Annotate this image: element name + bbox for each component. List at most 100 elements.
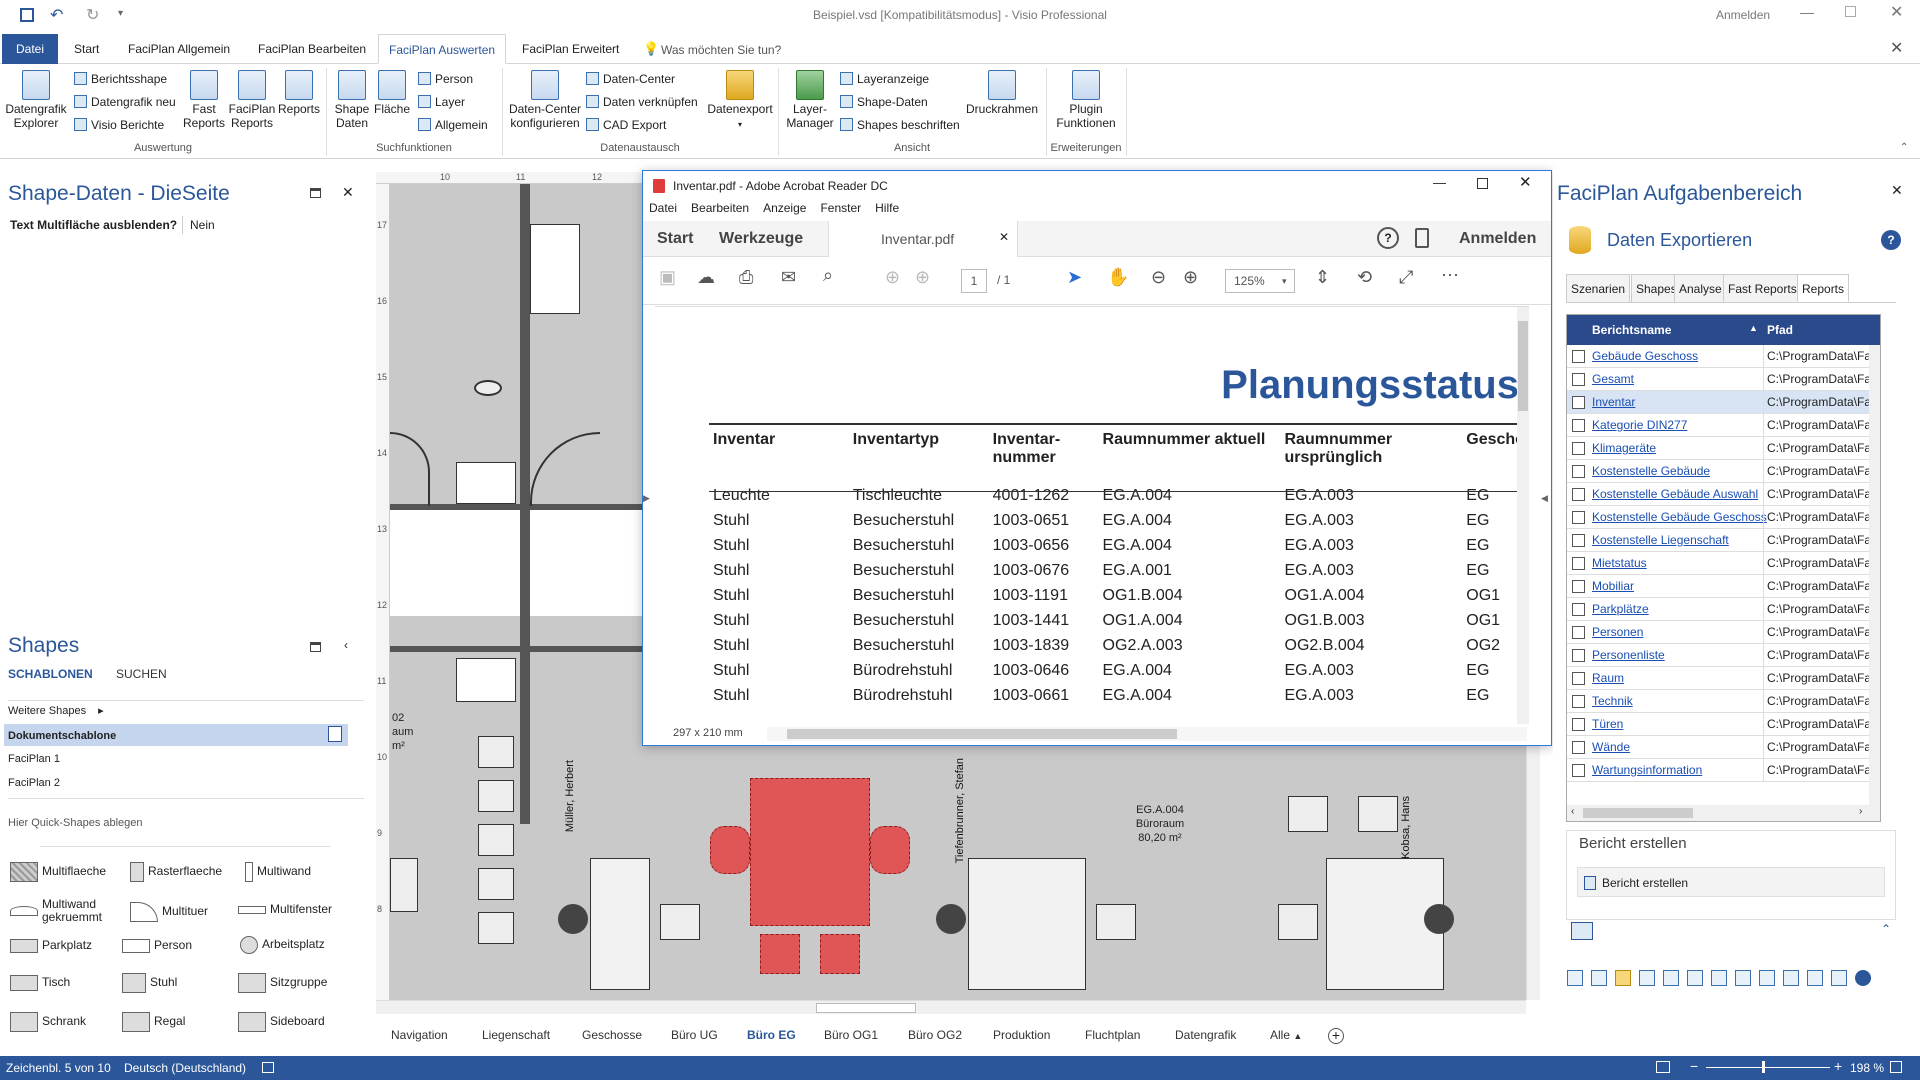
tool-icon-11[interactable] (1807, 970, 1823, 986)
shapes-maximize-icon[interactable] (310, 642, 321, 652)
minimize-icon[interactable]: — (1800, 4, 1814, 20)
shape-stuhl[interactable]: Stuhl (122, 973, 177, 993)
page-tab-buero-eg[interactable]: Büro EG (747, 1028, 796, 1042)
report-checkbox[interactable] (1572, 534, 1585, 547)
report-row[interactable]: Mietstatus C:\ProgramData\Fa (1567, 552, 1880, 575)
menu-anzeige[interactable]: Anzeige (763, 201, 806, 215)
shape-rasterflaeche[interactable]: Rasterflaeche (130, 862, 222, 882)
collapse-ribbon-icon[interactable]: ⌃ (1900, 142, 1908, 153)
report-row[interactable]: Wände C:\ProgramData\Fa (1567, 736, 1880, 759)
report-row[interactable]: Klimageräte C:\ProgramData\Fa (1567, 437, 1880, 460)
report-checkbox[interactable] (1572, 764, 1585, 777)
tool-icon-4[interactable] (1639, 970, 1655, 986)
page-tab-datengrafik[interactable]: Datengrafik (1175, 1028, 1236, 1042)
export-refresh-icon[interactable] (1571, 922, 1593, 940)
help-icon[interactable]: ? (1377, 227, 1399, 249)
report-name-link[interactable]: Kostenstelle Gebäude Auswahl (1592, 487, 1758, 501)
datenexport-button[interactable]: Datenexport ▾ (706, 70, 774, 132)
report-name-link[interactable]: Mobiliar (1592, 579, 1634, 593)
acrobat-maximize-icon[interactable] (1477, 178, 1488, 189)
mobile-link-icon[interactable] (1415, 228, 1429, 248)
tab-datei[interactable]: Datei (2, 34, 58, 64)
layer-search-button[interactable]: Layer (418, 95, 465, 109)
reports-button[interactable]: Reports (276, 70, 322, 116)
report-checkbox[interactable] (1572, 557, 1585, 570)
status-language[interactable]: Deutsch (Deutschland) (124, 1061, 246, 1075)
report-name-link[interactable]: Türen (1592, 717, 1623, 731)
tell-me-input[interactable]: Was möchten Sie tun? (661, 43, 781, 57)
tool-icon-12[interactable] (1831, 970, 1847, 986)
report-name-link[interactable]: Kategorie DIN277 (1592, 418, 1687, 432)
report-row[interactable]: Personen C:\ProgramData\Fa (1567, 621, 1880, 644)
sort-asc-icon[interactable]: ▲ (1749, 323, 1758, 333)
shapes-beschriften-button[interactable]: Shapes beschriften (840, 118, 960, 132)
shape-sitzgruppe[interactable]: Sitzgruppe (238, 973, 327, 993)
fit-page-icon[interactable]: ⇕ (1315, 267, 1330, 288)
right-pane-toggle-icon[interactable]: ◀ (1541, 493, 1548, 504)
shape-parkplatz[interactable]: Parkplatz (10, 938, 92, 953)
menu-fenster[interactable]: Fenster (820, 201, 861, 215)
berichtsshape-button[interactable]: Berichtsshape (74, 72, 167, 86)
shape-multituer[interactable]: Multituer (130, 902, 208, 922)
create-report-button[interactable]: Bericht erstellen (1577, 867, 1885, 897)
page-tab-alle[interactable]: Alle ▲ (1270, 1028, 1302, 1042)
fit-window-icon[interactable] (1890, 1061, 1902, 1073)
scroll-left-icon[interactable]: ‹ (1571, 806, 1574, 817)
shapes-collapse-icon[interactable]: ‹ (344, 638, 348, 652)
tool-icon-2[interactable] (1591, 970, 1607, 986)
acrobat-signin[interactable]: Anmelden (1459, 230, 1536, 248)
page-tab-buero-og1[interactable]: Büro OG1 (824, 1028, 878, 1042)
tool-icon-9[interactable] (1759, 970, 1775, 986)
page-tab-buero-ug[interactable]: Büro UG (671, 1028, 718, 1042)
layer-manager-button[interactable]: Layer-Manager (782, 70, 838, 130)
report-row[interactable]: Gesamt C:\ProgramData\Fa (1567, 368, 1880, 391)
shape-arbeitsplatz[interactable]: Arbeitsplatz (240, 936, 325, 954)
shape-multifenster[interactable]: Multifenster (238, 902, 332, 916)
cad-export-button[interactable]: CAD Export (586, 118, 666, 132)
acrobat-window[interactable]: Inventar.pdf - Adobe Acrobat Reader DC —… (642, 170, 1552, 746)
collapse-section-icon[interactable]: ⌃ (1881, 922, 1891, 936)
allgemein-search-button[interactable]: Allgemein (418, 118, 488, 132)
page-tab-liegenschaft[interactable]: Liegenschaft (482, 1028, 550, 1042)
tab-faciplan-erweitert[interactable]: FaciPlan Erweitert (512, 34, 629, 64)
menu-bearbeiten[interactable]: Bearbeiten (691, 201, 749, 215)
report-checkbox[interactable] (1572, 741, 1585, 754)
zoom-select[interactable]: 125% ▾ (1225, 269, 1295, 293)
page-tab-navigation[interactable]: Navigation (391, 1028, 448, 1042)
report-name-link[interactable]: Inventar (1592, 395, 1635, 409)
rp-tab-szenarien[interactable]: Szenarien (1566, 274, 1631, 302)
shape-schrank[interactable]: Schrank (10, 1012, 86, 1032)
report-row[interactable]: Kostenstelle Gebäude Geschoss C:\ProgramD… (1567, 506, 1880, 529)
report-checkbox[interactable] (1572, 396, 1585, 409)
report-row[interactable]: Personenliste C:\ProgramData\Fa (1567, 644, 1880, 667)
shape-multiflaeche[interactable]: Multiflaeche (10, 862, 106, 882)
tab-faciplan-allgemein[interactable]: FaciPlan Allgemein (118, 34, 240, 64)
shape-multiwand[interactable]: Multiwand (245, 862, 311, 882)
report-row[interactable]: Parkplätze C:\ProgramData\Fa (1567, 598, 1880, 621)
left-pane-toggle-icon[interactable]: ▶ (643, 493, 650, 504)
presentation-icon[interactable] (1656, 1061, 1670, 1073)
rp-tab-analyse[interactable]: Analyse (1674, 274, 1727, 302)
stencil-faciplan-1[interactable]: FaciPlan 1 (8, 753, 60, 765)
tab-suchen[interactable]: SUCHEN (116, 667, 167, 681)
report-checkbox[interactable] (1572, 488, 1585, 501)
report-name-link[interactable]: Wände (1592, 740, 1630, 754)
report-checkbox[interactable] (1572, 373, 1585, 386)
report-checkbox[interactable] (1572, 350, 1585, 363)
acrobat-minimize-icon[interactable]: — (1433, 175, 1446, 190)
restore-icon[interactable] (1845, 6, 1856, 17)
report-row[interactable]: Raum C:\ProgramData\Fa (1567, 667, 1880, 690)
status-page[interactable]: Zeichenbl. 5 von 10 (6, 1061, 111, 1075)
shape-daten-view-button[interactable]: Shape-Daten (840, 95, 928, 109)
faciplan-reports-button[interactable]: FaciPlan Reports (226, 70, 278, 130)
datengrafik-neu-button[interactable]: Datengrafik neu (74, 95, 176, 109)
grid-vscroll[interactable] (1869, 345, 1880, 805)
add-page-icon[interactable]: + (1328, 1028, 1344, 1044)
report-row[interactable]: Kategorie DIN277 C:\ProgramData\Fa (1567, 414, 1880, 437)
next-page-icon[interactable]: ⊕ (915, 267, 930, 288)
report-name-link[interactable]: Parkplätze (1592, 602, 1649, 616)
status-zoom[interactable]: 198 % (1850, 1061, 1884, 1075)
report-row[interactable]: Gebäude Geschoss C:\ProgramData\Fa (1567, 345, 1880, 368)
zoom-out-status[interactable]: − (1690, 1058, 1698, 1074)
tab-schablonen[interactable]: SCHABLONEN (8, 667, 93, 681)
